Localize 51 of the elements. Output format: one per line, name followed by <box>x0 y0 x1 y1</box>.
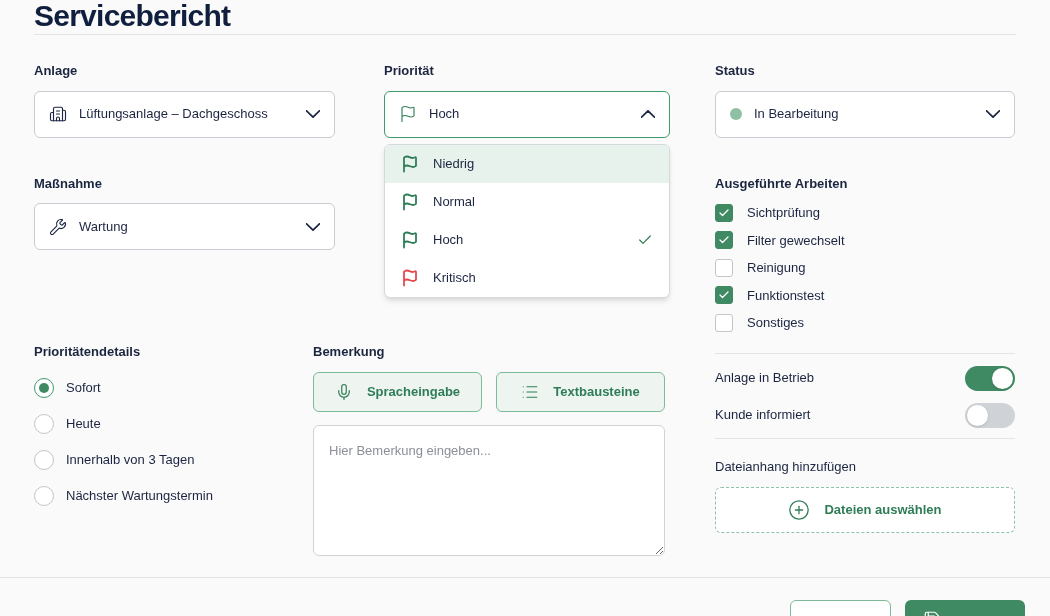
checkbox-label: Sonstiges <box>747 314 805 332</box>
text-blocks-button[interactable]: Textbausteine <box>496 371 665 412</box>
radio-label: Innerhalb von 3 Tagen <box>66 450 195 469</box>
checkbox[interactable] <box>715 286 733 305</box>
attachment-label: Dateianhang hinzufügen <box>715 457 856 476</box>
checkbox[interactable] <box>715 258 733 277</box>
radio-label: Heute <box>66 414 101 433</box>
checkbox-label: Sichtprüfung <box>747 204 820 222</box>
toggle-switch[interactable] <box>965 402 1015 428</box>
select-field[interactable]: Hoch <box>384 90 670 138</box>
flag-icon <box>399 105 417 123</box>
wrench-icon <box>49 217 67 236</box>
chevron-down-icon <box>306 110 320 118</box>
radio-label: Sofort <box>66 378 101 397</box>
voice-input-button[interactable]: Spracheingabe <box>313 371 482 412</box>
field-label: Prioritätendetails <box>34 343 141 361</box>
field-label: Anlage <box>34 62 78 80</box>
file-dropzone[interactable]: Dateien auswählen <box>715 487 1015 533</box>
field-label: Priorität <box>384 62 434 80</box>
menu-item[interactable]: Niedrig <box>385 145 669 183</box>
checkbox[interactable] <box>715 313 733 332</box>
radio-label: Nächster Wartungstermin <box>66 486 213 505</box>
page-title: Servicebericht <box>34 1 231 31</box>
field-label: Ausgeführte Arbeiten <box>715 174 848 193</box>
building-icon <box>49 105 67 123</box>
checkbox-label: Funktionstest <box>747 286 825 305</box>
checkbox[interactable] <box>715 203 733 222</box>
menu-item[interactable]: Normal <box>385 183 669 221</box>
select-field[interactable]: Wartung <box>34 203 335 250</box>
menu-item[interactable]: Hoch <box>385 221 669 259</box>
field-label: Maßnahme <box>34 174 102 193</box>
field-label: Status <box>715 62 755 80</box>
checkbox-label: Filter gewechselt <box>747 231 845 250</box>
toggle-label: Anlage in Betrieb <box>715 369 814 388</box>
select-field[interactable]: Lüftungsanlage – Dachgeschoss <box>34 90 335 138</box>
menu-item[interactable]: Kritisch <box>385 259 669 297</box>
radio-button[interactable] <box>34 449 54 470</box>
chevron-down-icon <box>306 222 320 231</box>
chevron-down-icon <box>986 110 1000 118</box>
toggle-label: Kunde informiert <box>715 406 811 425</box>
radio-button[interactable] <box>34 377 54 398</box>
chevron-up-icon <box>641 110 655 118</box>
checkbox-label: Reinigung <box>747 259 806 277</box>
toggle-switch[interactable] <box>965 365 1015 391</box>
radio-button[interactable] <box>34 413 54 434</box>
plus-circle-icon <box>788 499 811 521</box>
radio-button[interactable] <box>34 485 54 506</box>
checkbox[interactable] <box>715 231 733 250</box>
field-label: Bemerkung <box>313 343 385 361</box>
remark-field[interactable]: Hier Bemerkung eingeben... <box>313 424 665 556</box>
select-field[interactable]: In Bearbeitung <box>715 90 1015 138</box>
